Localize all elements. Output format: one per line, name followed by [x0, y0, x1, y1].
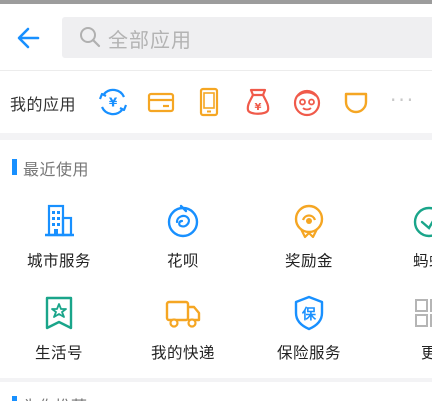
- header: 全部应用: [0, 4, 432, 70]
- truck-icon: [165, 300, 201, 328]
- app-my-express[interactable]: 我的快递: [128, 294, 238, 380]
- money-bag-icon[interactable]: ¥: [241, 85, 275, 119]
- app-huabei[interactable]: 花呗: [128, 202, 238, 288]
- more-apps-button[interactable]: ···: [390, 88, 415, 112]
- app-label: 花呗: [166, 252, 199, 270]
- app-reward[interactable]: 奖励金: [254, 202, 364, 288]
- insurance-shield-icon: 保: [294, 295, 324, 331]
- search-placeholder: 全部应用: [108, 28, 192, 52]
- svg-text:¥: ¥: [255, 102, 262, 113]
- huabei-icon: [167, 204, 199, 238]
- city-building-icon: [45, 204, 74, 237]
- back-button[interactable]: [14, 23, 44, 53]
- app-label: 蚂蚁: [412, 252, 432, 270]
- my-apps-label: 我的应用: [10, 95, 77, 114]
- cup-icon[interactable]: [339, 85, 373, 119]
- yuan-exchange-icon[interactable]: ¥: [96, 85, 130, 119]
- app-label: 奖励金: [284, 252, 333, 270]
- app-label: 保险服务: [276, 344, 341, 362]
- svg-text:保: 保: [301, 306, 317, 323]
- app-city-service[interactable]: 城市服务: [4, 202, 114, 288]
- section-title: 为你推荐: [23, 393, 87, 401]
- ant-icon: [413, 206, 432, 238]
- back-arrow-icon: [17, 27, 40, 49]
- card-icon[interactable]: [144, 85, 178, 119]
- face-icon[interactable]: [290, 85, 324, 119]
- life-account-icon: [45, 296, 73, 330]
- section-title: 最近使用: [23, 160, 90, 179]
- next-section: 为你推荐: [0, 382, 432, 401]
- section-accent-bar: [12, 159, 17, 175]
- reward-icon: [294, 204, 324, 239]
- app-life-account[interactable]: 生活号: [4, 294, 114, 380]
- app-label: 生活号: [34, 344, 83, 362]
- app-label: 更: [420, 344, 432, 362]
- more-grid-icon: [415, 299, 432, 327]
- my-apps-bar: 我的应用 ¥ ¥ ···: [0, 70, 432, 133]
- app-label: 城市服务: [26, 252, 91, 270]
- app-insurance[interactable]: 保 保险服务: [254, 294, 364, 380]
- section-accent-bar: [12, 396, 17, 401]
- svg-text:¥: ¥: [109, 96, 118, 110]
- recent-section: 最近使用 城市服务 花呗 奖励金 蚂 生活号 我的快递 保 保险服务 更: [0, 140, 432, 378]
- app-ant[interactable]: 蚂蚁: [374, 202, 432, 288]
- phone-icon[interactable]: [192, 85, 226, 119]
- search-icon: [80, 27, 101, 48]
- search-input[interactable]: 全部应用: [62, 17, 432, 58]
- app-more[interactable]: 更: [374, 294, 432, 380]
- app-label: 我的快递: [150, 344, 215, 362]
